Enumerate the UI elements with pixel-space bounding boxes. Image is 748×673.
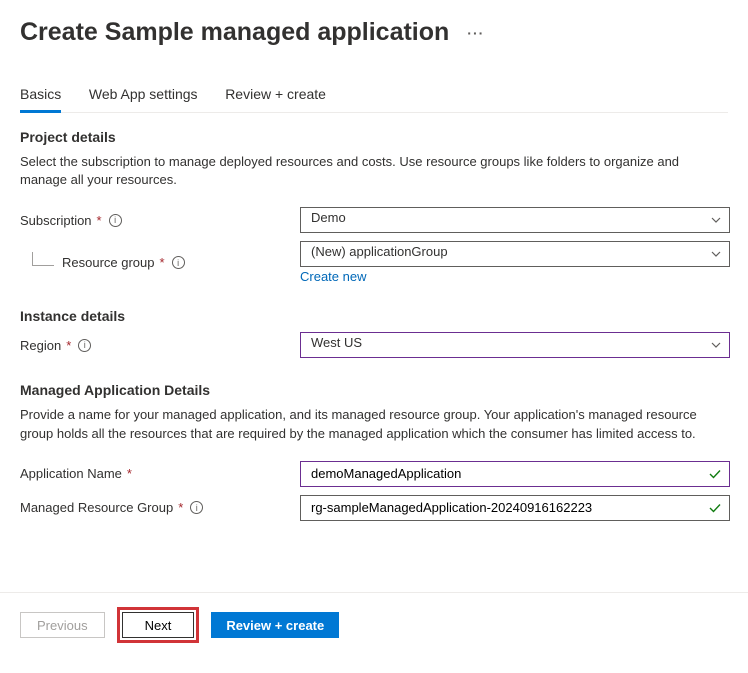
info-icon[interactable]: i (172, 256, 185, 269)
managed-app-details-header: Managed Application Details (20, 382, 728, 398)
application-name-label: Application Name (20, 466, 122, 481)
instance-details-header: Instance details (20, 308, 728, 324)
managed-rg-label: Managed Resource Group (20, 500, 173, 515)
application-name-input[interactable] (300, 461, 730, 487)
region-select[interactable]: West US (300, 332, 730, 358)
review-create-button[interactable]: Review + create (211, 612, 339, 638)
tab-web-app-settings[interactable]: Web App settings (89, 80, 198, 113)
project-details-header: Project details (20, 129, 728, 145)
required-marker: * (66, 338, 71, 353)
create-new-link[interactable]: Create new (300, 269, 366, 284)
info-icon[interactable]: i (190, 501, 203, 514)
next-button-highlight: Next (117, 607, 200, 643)
indent-line (32, 252, 54, 266)
previous-button: Previous (20, 612, 105, 638)
project-details-desc: Select the subscription to manage deploy… (20, 153, 720, 189)
subscription-select[interactable]: Demo (300, 207, 730, 233)
subscription-label: Subscription (20, 213, 92, 228)
info-icon[interactable]: i (109, 214, 122, 227)
required-marker: * (97, 213, 102, 228)
required-marker: * (160, 255, 165, 270)
required-marker: * (127, 466, 132, 481)
region-label: Region (20, 338, 61, 353)
footer: Previous Next Review + create (0, 592, 748, 673)
info-icon[interactable]: i (78, 339, 91, 352)
next-button[interactable]: Next (122, 612, 195, 638)
resource-group-select[interactable]: (New) applicationGroup (300, 241, 730, 267)
managed-rg-input[interactable] (300, 495, 730, 521)
resource-group-label: Resource group (62, 255, 155, 270)
tabs: Basics Web App settings Review + create (20, 79, 728, 113)
tab-review-create[interactable]: Review + create (225, 80, 326, 113)
required-marker: * (178, 500, 183, 515)
tab-basics[interactable]: Basics (20, 80, 61, 113)
page-title: Create Sample managed application (20, 18, 449, 47)
managed-app-details-desc: Provide a name for your managed applicat… (20, 406, 720, 442)
more-icon[interactable]: ··· (467, 25, 484, 41)
